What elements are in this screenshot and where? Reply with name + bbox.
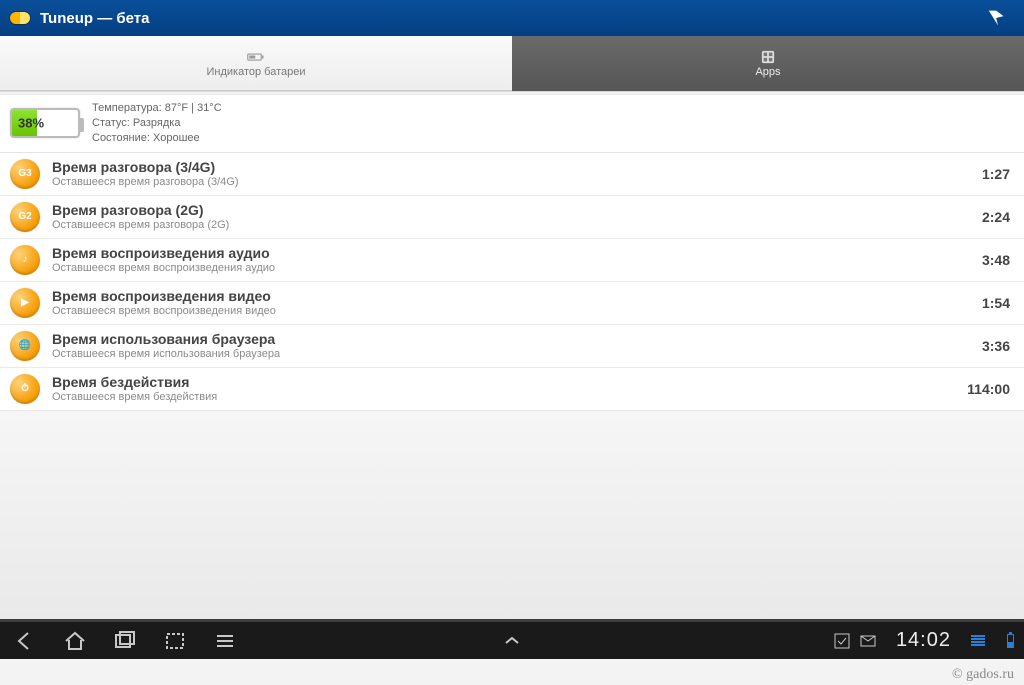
nav-recent-button[interactable]: [110, 626, 140, 656]
nav-menu-button[interactable]: [210, 626, 240, 656]
item-icon: ⏱: [10, 374, 40, 404]
tab-bar: Индикатор батареи Apps: [0, 36, 1024, 92]
battery-summary: 38% Температура: 87°F | 31°C Статус: Раз…: [0, 94, 1024, 153]
item-title: Время воспроизведения видео: [52, 288, 970, 304]
system-navbar: 14:02: [0, 619, 1024, 659]
list-item[interactable]: 🌐 Время использования браузераОставшееся …: [0, 325, 1024, 368]
item-subtitle: Оставшееся время воспроизведения аудио: [52, 262, 970, 274]
item-icon: ▶: [10, 288, 40, 318]
nav-screenshot-button[interactable]: [160, 626, 190, 656]
item-value: 1:54: [982, 295, 1010, 311]
item-value: 3:36: [982, 338, 1010, 354]
item-value: 2:24: [982, 209, 1010, 225]
list-item[interactable]: G2 Время разговора (2G)Оставшееся время р…: [0, 196, 1024, 239]
nav-home-button[interactable]: [60, 626, 90, 656]
item-title: Время разговора (2G): [52, 202, 970, 218]
item-icon: G2: [10, 202, 40, 232]
empty-area: [0, 411, 1024, 621]
battery-temp-label: Температура:: [92, 102, 162, 114]
item-icon: 🌐: [10, 331, 40, 361]
tab-apps-label: Apps: [755, 66, 780, 78]
item-subtitle: Оставшееся время воспроизведения видео: [52, 305, 970, 317]
mail-icon: [860, 633, 876, 649]
app-title: Tuneup — бета: [40, 10, 980, 27]
list-item[interactable]: G3 Время разговора (3/4G)Оставшееся время…: [0, 153, 1024, 196]
item-icon: G3: [10, 159, 40, 189]
wifi-icon: [971, 635, 985, 646]
usage-list: G3Время разговора (3/4G)Оставшееся время…: [0, 153, 1024, 411]
battery-status-label: Статус:: [92, 117, 130, 129]
battery-health-value: Хорошее: [153, 132, 200, 144]
app-icon: [10, 12, 30, 24]
battery-details: Температура: 87°F | 31°C Статус: Разрядк…: [92, 101, 222, 146]
item-subtitle: Оставшееся время разговора (2G): [52, 219, 970, 231]
item-icon: ♪: [10, 245, 40, 275]
list-item[interactable]: ♪ Время воспроизведения аудиоОставшееся в…: [0, 239, 1024, 282]
item-value: 3:48: [982, 252, 1010, 268]
list-item[interactable]: ▶ Время воспроизведения видеоОставшееся в…: [0, 282, 1024, 325]
item-value: 1:27: [982, 166, 1010, 182]
checkbox-icon: [834, 633, 850, 649]
item-title: Время использования браузера: [52, 331, 970, 347]
clock[interactable]: 14:02: [896, 629, 951, 652]
item-title: Время бездействия: [52, 374, 955, 390]
item-title: Время разговора (3/4G): [52, 159, 970, 175]
status-tray[interactable]: [834, 633, 876, 649]
item-title: Время воспроизведения аудио: [52, 245, 970, 261]
battery-status-value: Разрядка: [133, 117, 181, 129]
nav-expand-button[interactable]: [497, 626, 527, 656]
battery-status-icon: [1007, 634, 1014, 648]
battery-health-label: Состояние:: [92, 132, 150, 144]
watermark: © gados.ru: [952, 667, 1014, 683]
back-arrow-icon: [987, 7, 1009, 29]
item-subtitle: Оставшееся время разговора (3/4G): [52, 176, 970, 188]
battery-temp-value: 87°F | 31°C: [165, 102, 222, 114]
tab-apps[interactable]: Apps: [512, 36, 1024, 91]
tab-battery-indicator[interactable]: Индикатор батареи: [0, 36, 512, 91]
apps-tab-icon: [759, 50, 777, 64]
battery-icon: 38%: [10, 108, 80, 138]
nav-back-button[interactable]: [10, 626, 40, 656]
battery-tab-icon: [247, 50, 265, 64]
battery-percent: 38%: [18, 116, 44, 131]
tab-battery-label: Индикатор батареи: [206, 66, 305, 78]
back-button[interactable]: [980, 0, 1016, 36]
list-item[interactable]: ⏱ Время бездействияОставшееся время безде…: [0, 368, 1024, 411]
item-subtitle: Оставшееся время бездействия: [52, 391, 955, 403]
app-titlebar: Tuneup — бета: [0, 0, 1024, 36]
item-subtitle: Оставшееся время использования браузера: [52, 348, 970, 360]
item-value: 114:00: [967, 381, 1010, 397]
